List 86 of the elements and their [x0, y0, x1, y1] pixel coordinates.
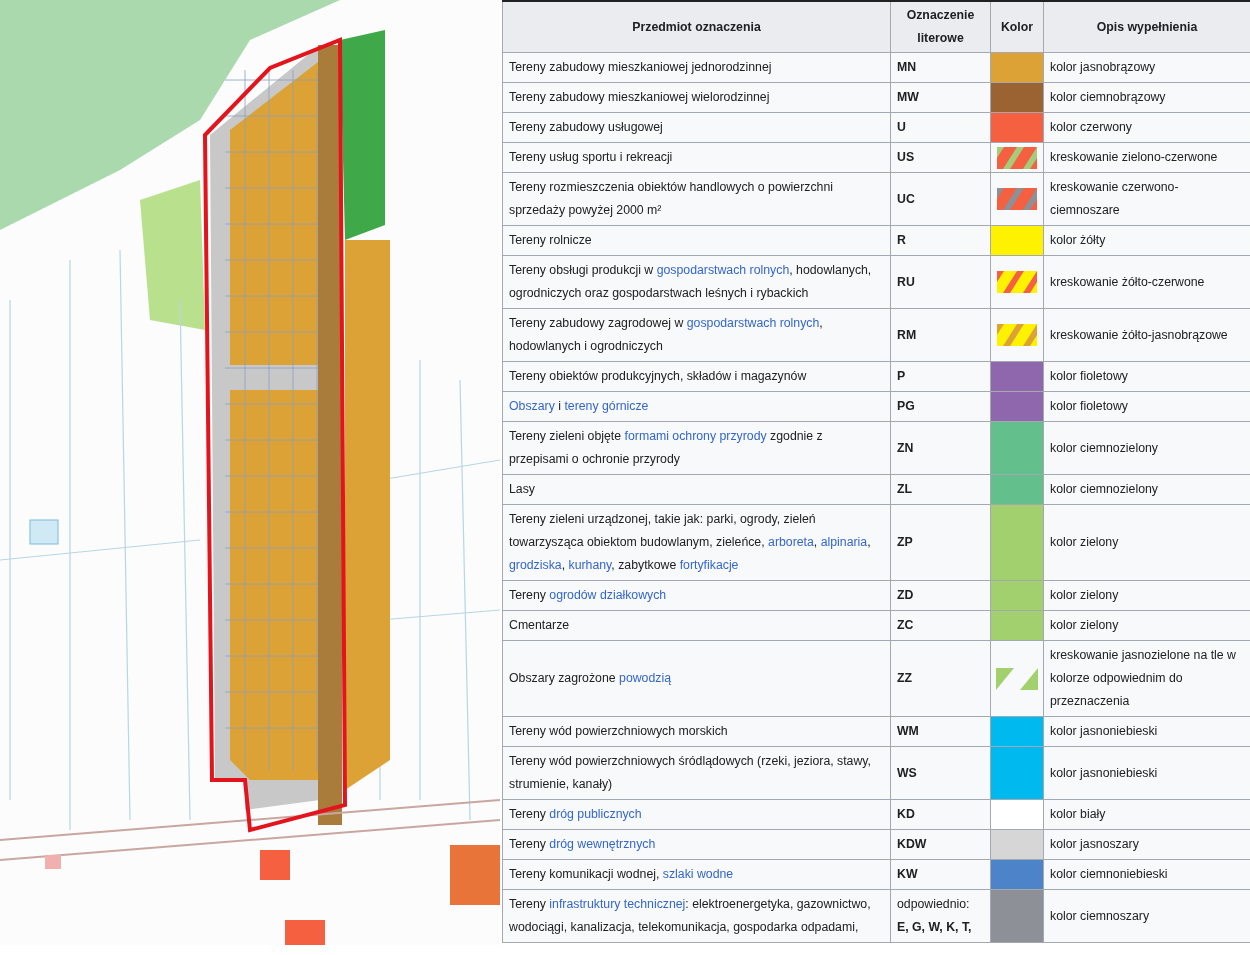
area-description: Tereny ogrodów działkowych [509, 588, 667, 602]
text-link[interactable]: arboreta [768, 535, 814, 549]
letter-code: R [897, 233, 906, 247]
area-description: Tereny dróg publicznych [509, 807, 642, 821]
letter-code: RM [897, 327, 917, 342]
fill-description: kolor jasnoszary [1050, 837, 1139, 851]
area-description: Cmentarze [509, 618, 570, 632]
text-link[interactable]: fortyfikacje [679, 558, 739, 572]
letter-code: MN [897, 60, 917, 74]
column-header: Oznaczenie literowe [906, 8, 975, 45]
letter-code: P [897, 369, 906, 383]
letter-code: US [897, 150, 915, 164]
letter-code: ZZ [897, 671, 913, 685]
text-link[interactable]: tereny górnicze [564, 399, 649, 413]
letter-code: ZP [897, 535, 913, 549]
column-header: Opis wypełnienia [1096, 19, 1198, 34]
fill-description: kolor zielony [1050, 535, 1119, 549]
area-description: Tereny wód powierzchniowych morskich [509, 724, 728, 738]
area-description: Tereny zieleni objęte formami ochrony przyrody zgodnie z przepisami o ochronie przyrody [509, 429, 823, 466]
fill-description: kolor ciemnoniebieski [1050, 867, 1168, 881]
area-description: Obszary i tereny górnicze [509, 399, 649, 413]
area-description: Tereny dróg wewnętrznych [509, 837, 656, 851]
area-description: Tereny zabudowy mieszkaniowej jednorodzinnej [509, 60, 772, 74]
column-header: Kolor [1000, 19, 1034, 34]
fill-description: kolor jasnobrązowy [1050, 60, 1156, 74]
fill-description: kolor czerwony [1050, 120, 1132, 134]
fill-description: kolor ciemnoszary [1050, 908, 1150, 923]
letter-code: PG [897, 399, 915, 413]
letter-code: WM [897, 724, 919, 738]
letter-code: U [897, 120, 906, 134]
area-description: Tereny infrastruktury technicznej: elektroenergetyka, gazownictwo, wodociągi, kanalizacja, telekomunikacja, gospodarka odpadami, [509, 897, 871, 934]
fill-description: kreskowanie zielono-czerwone [1050, 150, 1218, 164]
fill-description: kreskowanie żółto-jasnobrązowe [1050, 327, 1228, 342]
area-description: Tereny rozmieszczenia obiektów handlowych o powierzchni sprzedaży powyżej 2000 m² [509, 180, 833, 217]
area-description: Tereny obiektów produkcyjnych, składów i magazynów [509, 369, 807, 383]
letter-code: ZL [897, 482, 913, 496]
column-header: Przedmiot oznaczenia [632, 19, 761, 34]
area-description: Tereny zabudowy usługowej [509, 120, 663, 134]
fill-description: kolor fioletowy [1050, 369, 1128, 383]
fill-description: kolor jasnoniebieski [1050, 765, 1158, 780]
fill-description: kreskowanie żółto-czerwone [1050, 274, 1205, 289]
hatch-swatch [997, 271, 1037, 293]
area-description: Obszary zagrożone powodzią [509, 671, 671, 685]
area-description: Tereny rolnicze [509, 233, 592, 247]
letter-code: WS [897, 765, 917, 780]
area-description: Tereny zabudowy zagrodowej w gospodarstwach rolnych, hodowlanych i ogrodniczych [509, 316, 823, 353]
area-description: Tereny usług sportu i rekreacji [509, 150, 673, 164]
letter-code: ZD [897, 588, 914, 602]
fill-description: kolor ciemnozielony [1050, 482, 1158, 496]
area-description: Tereny wód powierzchniowych śródlądowych (rzeki, jeziora, stawy, strumienie, kanały) [509, 754, 871, 791]
letter-code: ZC [897, 618, 914, 632]
hatch-swatch [997, 146, 1037, 169]
letter-code: KW [897, 867, 918, 881]
text-link[interactable]: dróg wewnętrznych [549, 837, 656, 851]
text-link[interactable]: grodziska [509, 558, 562, 572]
area-description: Tereny komunikacji wodnej, szlaki wodne [509, 867, 734, 881]
text-link[interactable]: Obszary [509, 399, 555, 413]
letter-code: RU [897, 274, 915, 289]
text-link[interactable]: formami ochrony przyrody [624, 429, 767, 443]
code-note: odpowiednio: [897, 896, 971, 913]
hatch-swatch [997, 188, 1037, 210]
fill-description: kolor ciemnobrązowy [1050, 90, 1166, 104]
area-description: Tereny zabudowy mieszkaniowej wielorodzinnej [509, 90, 770, 104]
fill-description: kreskowanie jasnozielone na tle w kolorze odpowiednim do przeznaczenia [1050, 648, 1236, 708]
fill-description: kolor żółty [1050, 233, 1106, 247]
letter-code: UC [897, 191, 915, 206]
area-description: Lasy [509, 482, 535, 496]
fill-description: kreskowanie czerwono-ciemnoszare [1050, 180, 1179, 217]
fill-description: kolor jasnoniebieski [1050, 724, 1158, 738]
letter-code: E, G, W, K, T, [897, 920, 972, 934]
fill-description: kolor biały [1050, 807, 1106, 821]
area-description: Tereny obsługi produkcji w gospodarstwach rolnych, hodowlanych, ogrodniczych oraz gospodarstwach leśnych i rybackich [509, 263, 872, 300]
hatch-swatch [997, 324, 1037, 346]
letter-code: MW [897, 90, 919, 104]
fill-description: kolor ciemnozielony [1050, 440, 1158, 455]
text-link[interactable]: szlaki wodne [662, 867, 734, 881]
text-link[interactable]: ogrodów działkowych [549, 588, 667, 602]
text-link[interactable]: powodzią [619, 671, 671, 685]
fill-description: kolor fioletowy [1050, 399, 1128, 413]
fill-description: kolor zielony [1050, 618, 1119, 632]
letter-code: ZN [897, 440, 914, 455]
text-link[interactable]: dróg publicznych [549, 807, 642, 821]
letter-code: KD [897, 807, 915, 821]
fill-description: kolor zielony [1050, 588, 1119, 602]
letter-code: KDW [897, 837, 927, 851]
area-description: Tereny zieleni urządzonej, takie jak: parki, ogrody, zieleń towarzysząca obiektom budowlanym, zieleńce, arboreta, alpinaria, grodziska, kurhany, zabytkowe fortyfikacje [509, 512, 871, 572]
